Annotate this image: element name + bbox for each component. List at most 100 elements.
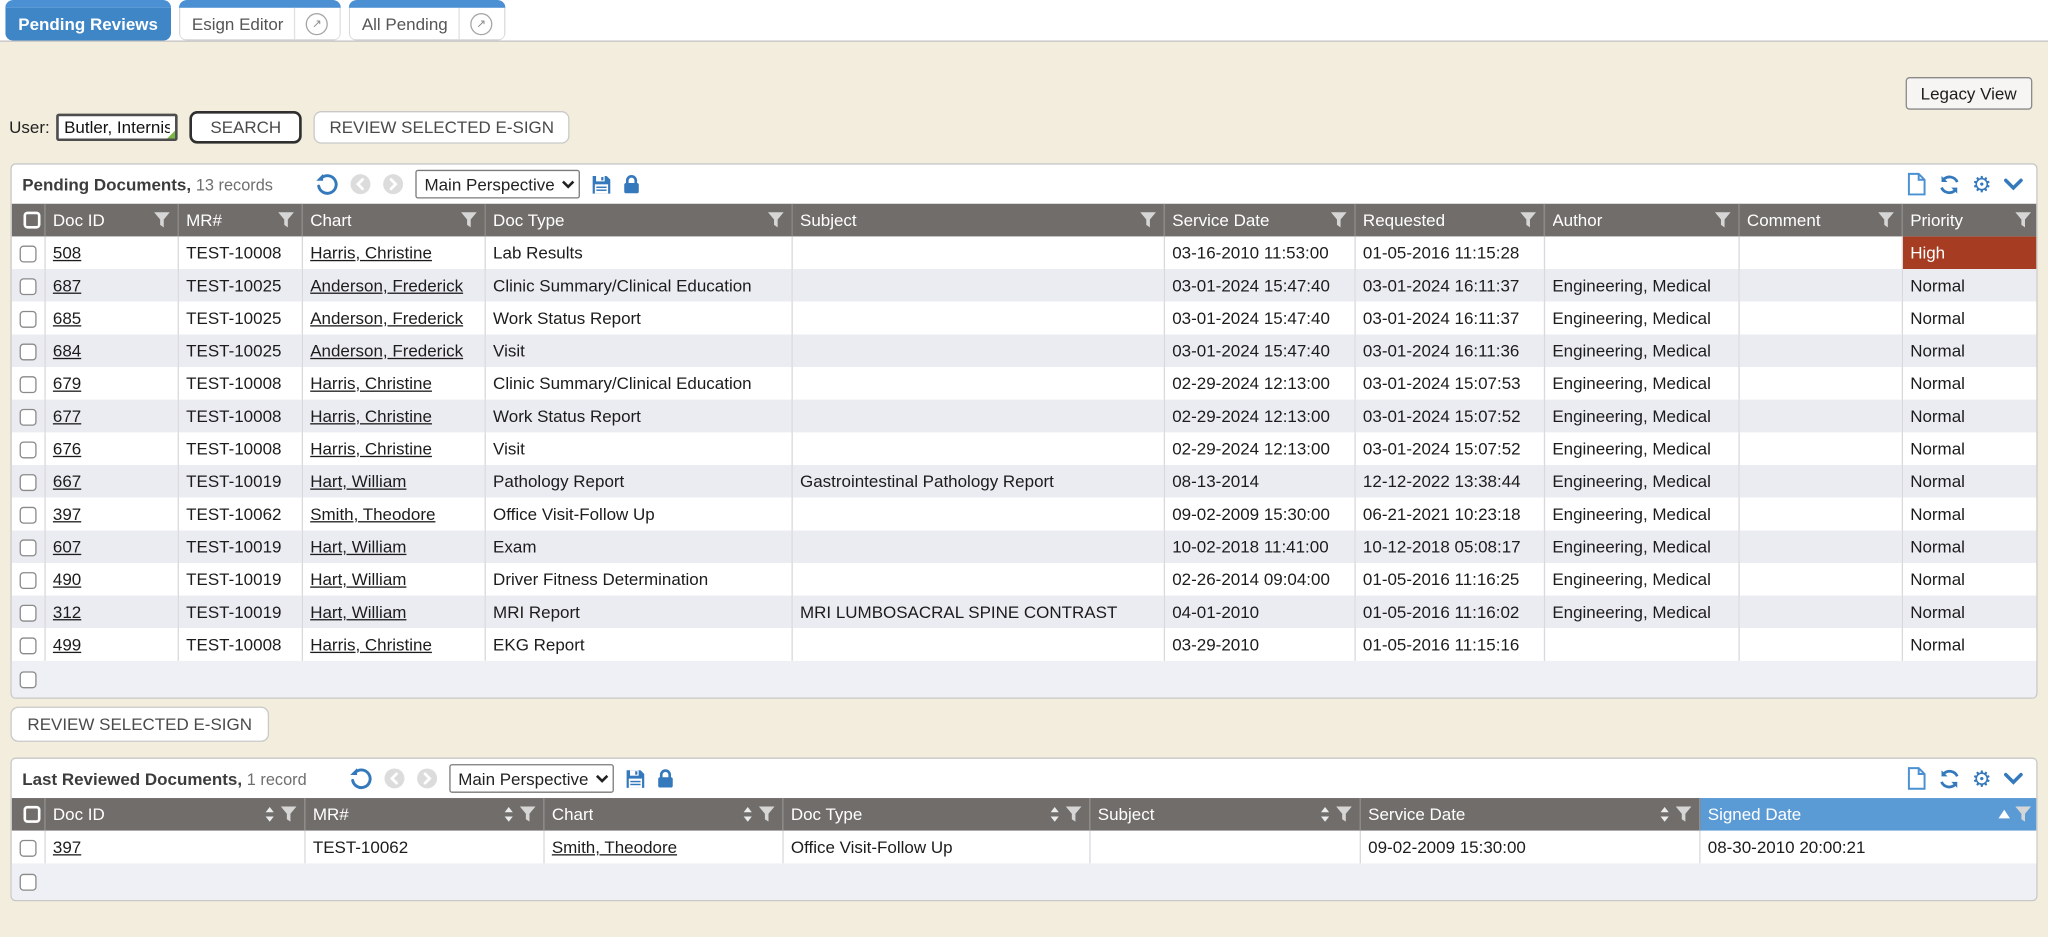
cell-requested: 03-01-2024 15:07:52 [1354, 400, 1543, 433]
row-checkbox[interactable] [20, 246, 37, 263]
undo-icon[interactable] [315, 172, 339, 196]
row-checkbox[interactable] [20, 278, 37, 295]
lock-icon[interactable] [623, 174, 640, 195]
open-external-button[interactable]: ↗ [294, 8, 328, 39]
row-checkbox[interactable] [20, 539, 37, 556]
column-header-requested[interactable]: Requested [1354, 204, 1543, 237]
chart-link[interactable]: Harris, Christine [310, 406, 432, 426]
chart-link[interactable]: Smith, Theodore [310, 504, 435, 524]
row-checkbox[interactable] [20, 637, 37, 654]
row-checkbox-cell [12, 596, 45, 629]
legacy-view-button[interactable]: Legacy View [1905, 77, 2032, 110]
new-document-icon[interactable] [1907, 172, 1927, 196]
tab-pending-reviews[interactable]: Pending Reviews [5, 0, 171, 40]
row-checkbox[interactable] [20, 572, 37, 589]
save-icon[interactable] [625, 769, 645, 789]
search-button[interactable]: SEARCH [189, 111, 302, 144]
row-checkbox[interactable] [20, 442, 37, 459]
doc-id-link[interactable]: 685 [53, 308, 81, 328]
refresh-icon[interactable] [1938, 173, 1960, 195]
settings-gear-icon[interactable]: ⚙ [1972, 173, 1992, 195]
doc-id-link[interactable]: 667 [53, 472, 81, 492]
column-header-doc-id[interactable]: Doc ID [44, 798, 304, 831]
doc-id-link[interactable]: 684 [53, 341, 81, 361]
column-header-author[interactable]: Author [1544, 204, 1739, 237]
cell-doc-id: 397 [44, 498, 177, 531]
tab-esign-editor[interactable]: Esign Editor ↗ [179, 0, 341, 40]
column-header-subject[interactable]: Subject [1089, 798, 1359, 831]
column-header-mr[interactable]: MR# [304, 798, 543, 831]
column-header-signed-date[interactable]: Signed Date [1699, 798, 2037, 831]
column-header-chart[interactable]: Chart [302, 204, 485, 237]
column-header-doc-id[interactable]: Doc ID [44, 204, 177, 237]
new-document-icon[interactable] [1907, 767, 1927, 791]
chart-link[interactable]: Harris, Christine [310, 439, 432, 459]
perspective-select[interactable]: Main Perspective [415, 170, 580, 199]
undo-icon[interactable] [348, 767, 372, 791]
perspective-select[interactable]: Main Perspective [449, 764, 614, 793]
chart-link[interactable]: Hart, William [310, 537, 406, 557]
doc-id-link[interactable]: 676 [53, 439, 81, 459]
doc-id-link[interactable]: 607 [53, 537, 81, 557]
chart-link[interactable]: Anderson, Frederick [310, 341, 463, 361]
doc-id-link[interactable]: 687 [53, 276, 81, 296]
select-all-checkbox[interactable] [12, 204, 45, 237]
doc-id-link[interactable]: 312 [53, 602, 81, 622]
chart-link[interactable]: Anderson, Frederick [310, 308, 463, 328]
column-header-subject[interactable]: Subject [792, 204, 1164, 237]
cell-priority: Normal [1902, 269, 2038, 302]
doc-id-link[interactable]: 508 [53, 243, 81, 263]
doc-id-link[interactable]: 679 [53, 374, 81, 394]
doc-id-link[interactable]: 499 [53, 635, 81, 655]
row-checkbox[interactable] [20, 605, 37, 622]
row-checkbox[interactable] [20, 376, 37, 393]
review-selected-esign-button[interactable]: REVIEW SELECTED E-SIGN [314, 111, 570, 144]
chart-link[interactable]: Hart, William [310, 569, 406, 589]
row-checkbox[interactable] [20, 409, 37, 426]
row-checkbox[interactable] [20, 671, 37, 688]
next-page-icon[interactable] [383, 174, 404, 195]
chart-link[interactable]: Smith, Theodore [552, 837, 677, 857]
collapse-chevron-down-icon[interactable] [2004, 772, 2024, 785]
row-checkbox[interactable] [20, 474, 37, 491]
review-selected-esign-button-bottom[interactable]: REVIEW SELECTED E-SIGN [10, 707, 269, 742]
row-checkbox[interactable] [20, 507, 37, 524]
save-icon[interactable] [592, 174, 612, 194]
column-header-priority[interactable]: Priority [1902, 204, 2038, 237]
chart-link[interactable]: Hart, William [310, 472, 406, 492]
collapse-chevron-down-icon[interactable] [2004, 178, 2024, 191]
column-header-service-date[interactable]: Service Date [1360, 798, 1700, 831]
chart-link[interactable]: Hart, William [310, 602, 406, 622]
column-header-service-date[interactable]: Service Date [1164, 204, 1355, 237]
column-header-doc-type[interactable]: Doc Type [485, 204, 792, 237]
row-checkbox[interactable] [20, 344, 37, 361]
doc-id-link[interactable]: 397 [53, 504, 81, 524]
chart-link[interactable]: Anderson, Frederick [310, 276, 463, 296]
chart-link[interactable]: Harris, Christine [310, 374, 432, 394]
tab-all-pending[interactable]: All Pending ↗ [349, 0, 505, 40]
doc-id-link[interactable]: 397 [53, 837, 81, 857]
column-header-doc-type[interactable]: Doc Type [782, 798, 1089, 831]
cell-author: Engineering, Medical [1544, 432, 1739, 465]
row-checkbox[interactable] [20, 311, 37, 328]
column-header-chart[interactable]: Chart [543, 798, 782, 831]
open-external-button[interactable]: ↗ [458, 8, 492, 39]
select-all-checkbox[interactable] [12, 798, 45, 831]
row-checkbox[interactable] [20, 873, 37, 890]
row-checkbox[interactable] [20, 840, 37, 857]
cell-chart: Anderson, Frederick [302, 334, 485, 367]
doc-id-link[interactable]: 677 [53, 406, 81, 426]
settings-gear-icon[interactable]: ⚙ [1972, 767, 1992, 789]
lock-icon[interactable] [657, 768, 674, 789]
filter-funnel-icon [2015, 806, 2031, 823]
chart-link[interactable]: Harris, Christine [310, 635, 432, 655]
previous-page-icon[interactable] [384, 768, 405, 789]
chart-link[interactable]: Harris, Christine [310, 243, 432, 263]
next-page-icon[interactable] [416, 768, 437, 789]
refresh-icon[interactable] [1938, 767, 1960, 789]
user-input[interactable] [56, 114, 177, 141]
doc-id-link[interactable]: 490 [53, 569, 81, 589]
column-header-mr[interactable]: MR# [178, 204, 302, 237]
column-header-comment[interactable]: Comment [1738, 204, 1901, 237]
previous-page-icon[interactable] [350, 174, 371, 195]
